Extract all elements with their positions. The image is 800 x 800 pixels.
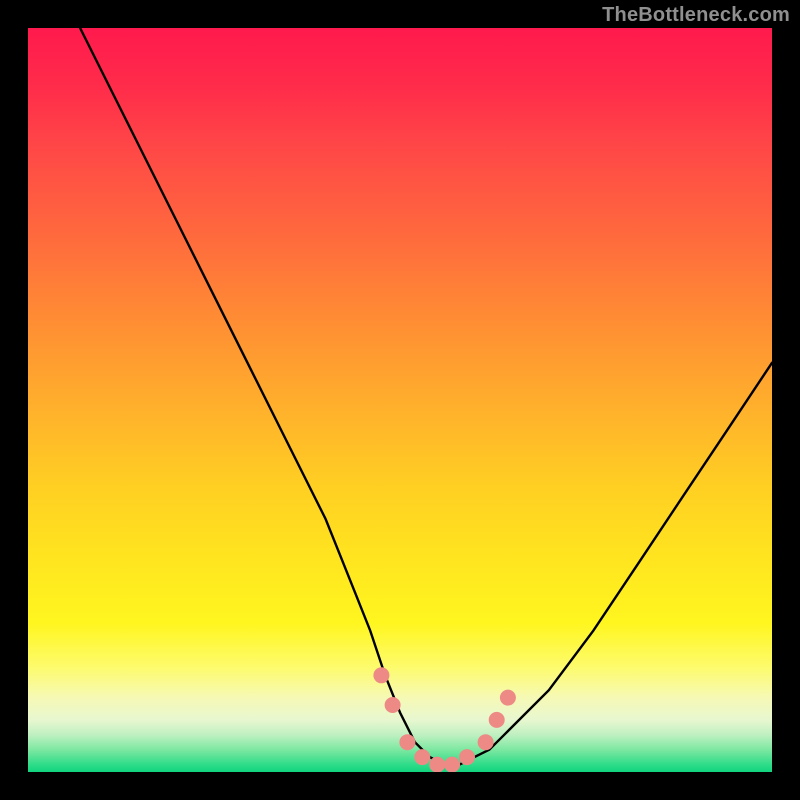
curve-marker-dot — [399, 734, 415, 750]
curve-path — [80, 28, 772, 765]
curve-marker-dot — [489, 712, 505, 728]
curve-marker-dot — [478, 734, 494, 750]
curve-marker-dot — [414, 749, 430, 765]
curve-marker-dot — [444, 757, 460, 772]
chart-frame — [28, 28, 772, 772]
curve-marker-dot — [500, 690, 516, 706]
attribution-label: TheBottleneck.com — [602, 4, 790, 27]
bottleneck-curve — [28, 28, 772, 772]
curve-marker-dot — [459, 749, 475, 765]
curve-marker-dot — [429, 757, 445, 772]
curve-marker-dot — [373, 667, 389, 683]
curve-marker-dot — [385, 697, 401, 713]
curve-markers — [373, 667, 516, 772]
